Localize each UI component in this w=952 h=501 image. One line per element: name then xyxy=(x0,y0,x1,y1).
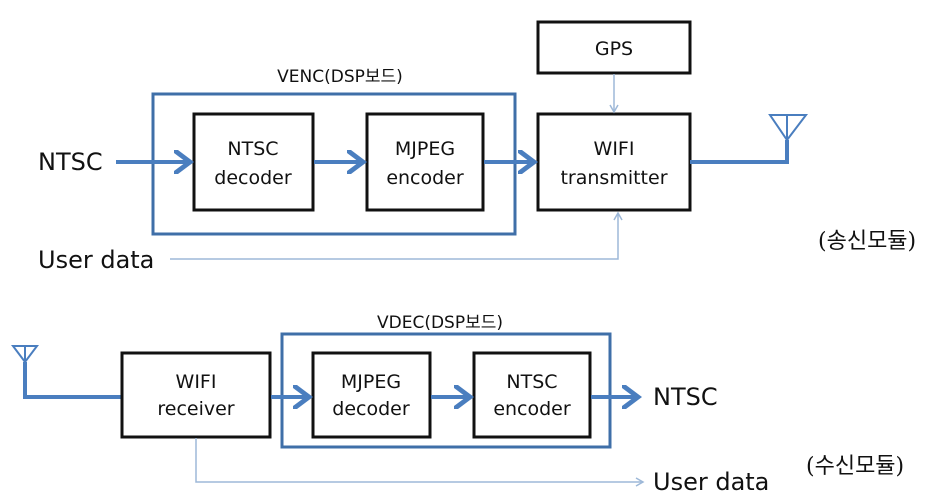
svg-text:NTSC: NTSC xyxy=(227,138,278,160)
svg-text:receiver: receiver xyxy=(157,398,234,420)
receive-module: VDEC(DSP보드) WIFI receiver MJPEG decoder … xyxy=(11,313,904,496)
arrow-user-data-out xyxy=(195,438,645,487)
svg-text:decoder: decoder xyxy=(332,398,410,420)
svg-text:MJPEG: MJPEG xyxy=(341,371,401,393)
svg-text:transmitter: transmitter xyxy=(560,167,667,189)
transmit-module: VENC(DSP보드) GPS NTSC decoder MJPEG encod… xyxy=(38,20,916,274)
transmit-caption: (송신모듈) xyxy=(818,229,916,254)
gps-block: GPS xyxy=(536,20,692,75)
antenna-icon xyxy=(11,345,122,399)
ntsc-encoder-block: NTSC encoder xyxy=(472,351,592,439)
user-data-output-label: User data xyxy=(653,468,769,496)
diagram-canvas: VENC(DSP보드) GPS NTSC decoder MJPEG encod… xyxy=(11,20,916,496)
ntsc-output-label: NTSC xyxy=(653,383,718,411)
wifi-receiver-block: WIFI receiver xyxy=(120,351,272,439)
ntsc-input-label: NTSC xyxy=(38,148,103,176)
svg-text:WIFI: WIFI xyxy=(176,371,217,393)
svg-text:encoder: encoder xyxy=(493,398,571,420)
vdec-label: VDEC(DSP보드) xyxy=(377,313,503,333)
user-data-input-label: User data xyxy=(38,246,154,274)
arrow-user-data-in xyxy=(170,211,623,260)
block-diagram: VENC(DSP보드) GPS NTSC decoder MJPEG encod… xyxy=(0,0,952,501)
mjpeg-decoder-block: MJPEG decoder xyxy=(311,351,432,439)
svg-text:encoder: encoder xyxy=(386,167,464,189)
svg-text:WIFI: WIFI xyxy=(594,138,635,160)
receive-caption: (수신모듈) xyxy=(806,454,904,479)
svg-text:MJPEG: MJPEG xyxy=(395,138,455,160)
svg-text:NTSC: NTSC xyxy=(506,371,557,393)
venc-label: VENC(DSP보드) xyxy=(277,67,403,87)
wifi-transmitter-block: WIFI transmitter xyxy=(536,112,692,212)
svg-text:GPS: GPS xyxy=(595,38,633,60)
svg-text:decoder: decoder xyxy=(214,167,292,189)
antenna-icon xyxy=(690,114,809,164)
mjpeg-encoder-block: MJPEG encoder xyxy=(365,112,485,212)
ntsc-decoder-block: NTSC decoder xyxy=(192,112,315,212)
